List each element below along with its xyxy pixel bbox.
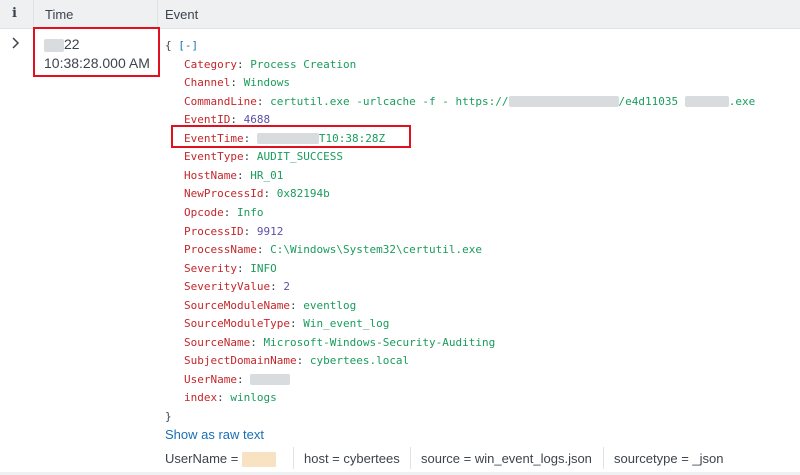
json-colon: : xyxy=(256,94,271,108)
json-value[interactable]: eventlog xyxy=(303,299,356,312)
json-value[interactable]: certutil.exe -urlcache -f - https:// xyxy=(270,95,508,108)
json-colon: : xyxy=(217,391,231,405)
redacted-block xyxy=(44,38,64,52)
time-column-header[interactable]: Time xyxy=(45,7,73,22)
redacted-highlight xyxy=(241,452,276,468)
json-colon: : xyxy=(236,261,251,275)
json-field-commandline: CommandLine: certutil.exe -urlcache -f -… xyxy=(184,95,755,108)
json-value[interactable]: Process Creation xyxy=(250,58,356,71)
json-field-sourcename: SourceName: Microsoft-Windows-Security-A… xyxy=(184,336,495,349)
chevron-right-icon[interactable] xyxy=(11,36,21,50)
json-colon: : xyxy=(296,354,310,368)
json-open-line: { [-] xyxy=(165,39,198,52)
json-close-line: } xyxy=(165,410,172,423)
footer-username[interactable]: UserName = xyxy=(165,451,276,468)
event-date: 22 xyxy=(44,36,80,52)
json-value[interactable]: AUDIT_SUCCESS xyxy=(257,150,343,163)
redacted-block xyxy=(250,374,291,386)
json-field-eventtype: EventType: AUDIT_SUCCESS xyxy=(184,150,343,163)
json-colon: : xyxy=(289,298,304,312)
redacted-block xyxy=(684,96,729,108)
json-field-channel: Channel: Windows xyxy=(184,76,290,89)
json-key[interactable]: UserName xyxy=(184,373,237,386)
json-colon: : xyxy=(263,187,277,201)
json-field-sourcemoduletype: SourceModuleType: Win_event_log xyxy=(184,317,389,330)
json-value[interactable]: Microsoft-Windows-Security-Auditing xyxy=(263,336,495,349)
header-divider xyxy=(157,0,158,29)
footer-source[interactable]: source = win_event_logs.json xyxy=(421,451,592,466)
json-colon: : xyxy=(243,150,257,164)
json-colon: : xyxy=(270,280,284,294)
json-colon: : xyxy=(243,224,257,238)
json-value[interactable]: /e4d11035 xyxy=(619,95,679,108)
json-colon: : xyxy=(236,372,251,386)
event-column-header[interactable]: Event xyxy=(165,7,198,22)
info-icon[interactable]: i xyxy=(12,6,17,21)
json-value[interactable]: winlogs xyxy=(230,391,276,404)
json-field-subjectdomainname: SubjectDomainName: cybertees.local xyxy=(184,354,409,367)
json-colon: : xyxy=(236,168,251,182)
json-key[interactable]: NewProcessId xyxy=(184,187,263,200)
json-key[interactable]: Channel xyxy=(184,76,230,89)
json-key[interactable]: SourceName xyxy=(184,336,250,349)
table-header: i Time Event xyxy=(0,0,800,29)
json-close-brace: } xyxy=(165,410,172,423)
json-field-category: Category: Process Creation xyxy=(184,58,356,71)
json-key[interactable]: CommandLine xyxy=(184,95,257,108)
json-value[interactable]: 0x82194b xyxy=(277,187,330,200)
json-key[interactable]: ProcessID xyxy=(184,225,244,238)
json-value[interactable]: INFO xyxy=(250,262,277,275)
json-field-hostname: HostName: HR_01 xyxy=(184,169,283,182)
json-colon: : xyxy=(256,243,271,257)
json-field-severityvalue: SeverityValue: 2 xyxy=(184,280,290,293)
footer-divider xyxy=(293,447,294,469)
json-field-username: UserName: xyxy=(184,372,291,386)
json-field-sourcemodulename: SourceModuleName: eventlog xyxy=(184,299,356,312)
json-key[interactable]: SubjectDomainName xyxy=(184,354,297,367)
footer-username-label: UserName = xyxy=(165,451,239,466)
json-field-processname: ProcessName: C:\Windows\System32\certuti… xyxy=(184,243,482,256)
json-colon: : xyxy=(230,76,244,90)
show-raw-text-link[interactable]: Show as raw text xyxy=(165,427,264,442)
json-colon: : xyxy=(223,205,237,219)
date-text: 22 xyxy=(64,36,80,52)
eventtime-highlight-box xyxy=(171,125,411,148)
footer-divider xyxy=(410,447,411,469)
redacted-block xyxy=(508,96,619,108)
header-divider xyxy=(33,0,34,29)
footer-divider xyxy=(603,447,604,469)
json-key[interactable]: SourceModuleType xyxy=(184,317,290,330)
event-time: 10:38:28.000 AM xyxy=(44,55,150,71)
json-open-brace: { xyxy=(165,39,172,52)
json-key[interactable]: SeverityValue xyxy=(184,280,270,293)
json-colon: : xyxy=(236,57,251,71)
json-key[interactable]: EventType xyxy=(184,150,244,163)
json-value[interactable]: .exe xyxy=(729,95,756,108)
json-key[interactable]: ProcessName xyxy=(184,243,257,256)
json-key[interactable]: Severity xyxy=(184,262,237,275)
json-key[interactable]: Opcode xyxy=(184,206,224,219)
json-key[interactable]: HostName xyxy=(184,169,237,182)
json-colon: : xyxy=(289,317,304,331)
json-value[interactable]: HR_01 xyxy=(250,169,283,182)
json-value[interactable]: Windows xyxy=(244,76,290,89)
json-value[interactable]: Win_event_log xyxy=(303,317,389,330)
footer-host[interactable]: host = cybertees xyxy=(304,451,400,466)
json-value[interactable]: 2 xyxy=(283,280,290,293)
json-value[interactable]: Info xyxy=(237,206,264,219)
json-value[interactable]: C:\Windows\System32\certutil.exe xyxy=(270,243,482,256)
json-colon: : xyxy=(250,335,264,349)
json-field-opcode: Opcode: Info xyxy=(184,206,264,219)
footer-sourcetype[interactable]: sourcetype = _json xyxy=(614,451,723,466)
json-value[interactable]: 9912 xyxy=(257,225,284,238)
json-key[interactable]: SourceModuleName xyxy=(184,299,290,312)
json-key[interactable]: Category xyxy=(184,58,237,71)
json-field-newprocessid: NewProcessId: 0x82194b xyxy=(184,187,330,200)
collapse-toggle[interactable]: [-] xyxy=(178,39,198,52)
json-field-index: index: winlogs xyxy=(184,391,277,404)
json-field-severity: Severity: INFO xyxy=(184,262,277,275)
json-value[interactable]: cybertees.local xyxy=(310,354,409,367)
json-key[interactable]: index xyxy=(184,391,217,404)
json-field-processid: ProcessID: 9912 xyxy=(184,225,283,238)
